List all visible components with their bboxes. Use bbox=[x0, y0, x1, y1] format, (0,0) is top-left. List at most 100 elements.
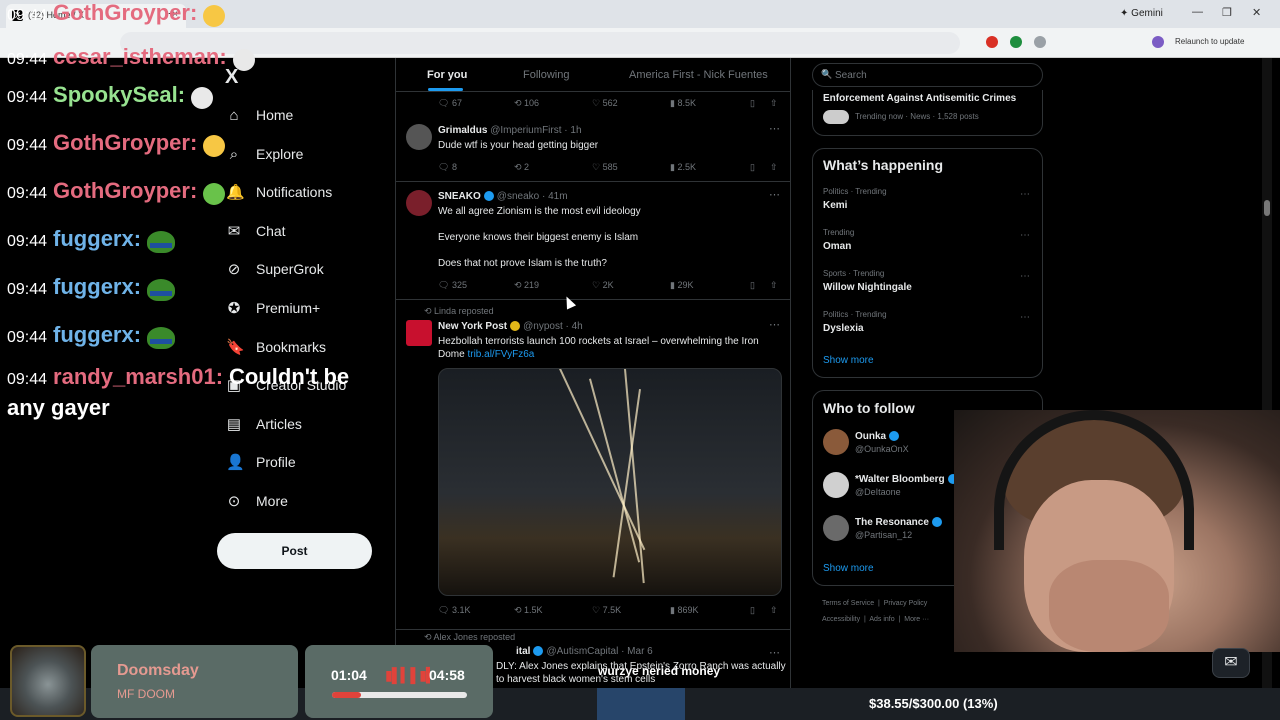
bookmark-icon[interactable]: ▯ bbox=[750, 280, 770, 291]
trend-name[interactable]: Oman bbox=[823, 241, 851, 252]
song-artist: MF DOOM bbox=[117, 687, 175, 701]
tweet-author[interactable]: ital @AutismCapital · Mar 6 bbox=[516, 646, 653, 657]
window-close-icon[interactable]: ✕ bbox=[1252, 6, 1261, 19]
avatar[interactable] bbox=[406, 124, 432, 150]
nav-item-supergrok[interactable]: ⊘ SuperGrok bbox=[226, 256, 324, 282]
tweet-author[interactable]: New York Post @nypost · 4h bbox=[438, 321, 583, 332]
avatar[interactable] bbox=[406, 190, 432, 216]
more-options-icon[interactable]: ⋯ bbox=[769, 122, 780, 135]
avatar[interactable] bbox=[823, 515, 849, 541]
tab-following[interactable]: Following bbox=[523, 69, 569, 81]
avatar[interactable] bbox=[823, 429, 849, 455]
views-count[interactable]: ▮ 869K bbox=[670, 605, 750, 616]
trend-title[interactable]: Enforcement Against Antisemitic Crimes bbox=[823, 93, 1016, 104]
tweet-link[interactable]: trib.al/FVyFz6a bbox=[467, 349, 534, 360]
tweet-text: Everyone knows their biggest enemy is Is… bbox=[438, 232, 639, 243]
trend-name[interactable]: Willow Nightingale bbox=[823, 282, 912, 293]
tweet-image[interactable] bbox=[438, 368, 782, 596]
chat-text: Couldn't be bbox=[229, 364, 350, 389]
nav-item-more[interactable]: ⊙ More bbox=[226, 488, 288, 514]
repost-button[interactable]: ⟲ 219 bbox=[514, 280, 592, 291]
chat-message: 09:44 cesar_istheman: bbox=[7, 44, 255, 71]
tweet[interactable]: SNEAKO @sneako · 41m ⋯ We all agree Zioni… bbox=[396, 182, 790, 300]
bookmark-icon[interactable]: ▯ bbox=[750, 98, 770, 109]
footer-link[interactable]: Ads info bbox=[869, 616, 894, 623]
reply-button[interactable]: 🗨 325 bbox=[438, 280, 514, 291]
reply-button[interactable]: 🗨 67 bbox=[438, 98, 514, 109]
extension-icon[interactable] bbox=[1034, 36, 1046, 48]
reply-button[interactable]: 🗨 3.1K bbox=[438, 605, 514, 616]
trend-name[interactable]: Dyslexia bbox=[823, 323, 864, 334]
messages-icon[interactable]: ✉ bbox=[1212, 648, 1250, 678]
views-count[interactable]: ▮ 29K bbox=[670, 280, 750, 291]
reply-button[interactable]: 🗨 8 bbox=[438, 162, 514, 173]
tab-list[interactable]: America First - Nick Fuentes bbox=[629, 69, 768, 81]
follow-suggestion-name[interactable]: Ounka bbox=[855, 431, 902, 442]
chat-time: 09:44 bbox=[7, 281, 48, 298]
avatar[interactable] bbox=[823, 472, 849, 498]
more-options-icon[interactable]: ⋯ bbox=[769, 646, 780, 659]
more-options-icon[interactable]: ⋯ bbox=[1020, 312, 1030, 323]
search-input[interactable]: 🔍 Search bbox=[812, 63, 1043, 87]
tab-for-you[interactable]: For you bbox=[427, 69, 467, 81]
nav-item-home[interactable]: ⌂ Home bbox=[226, 102, 293, 128]
like-button[interactable]: ♡ 2K bbox=[592, 280, 670, 291]
extension-icon[interactable] bbox=[986, 36, 998, 48]
repost-button[interactable]: ⟲ 106 bbox=[514, 98, 592, 109]
nav-item-label: Bookmarks bbox=[256, 339, 327, 355]
trending-panel[interactable]: Enforcement Against Antisemitic Crimes T… bbox=[812, 90, 1043, 136]
follow-suggestion-name[interactable]: *Walter Bloomberg bbox=[855, 474, 961, 485]
like-button[interactable]: ♡ 562 bbox=[592, 98, 670, 109]
more-options-icon[interactable]: ⋯ bbox=[1020, 230, 1030, 241]
gemini-button[interactable]: ✦ Gemini bbox=[1120, 8, 1163, 19]
share-icon[interactable]: ⇧ bbox=[770, 605, 778, 616]
nav-item-premium[interactable]: ✪ Premium+ bbox=[226, 295, 320, 321]
nav-item-profile[interactable]: 👤 Profile bbox=[226, 449, 296, 475]
nav-item-explore[interactable]: ⌕ Explore bbox=[226, 141, 304, 167]
share-icon[interactable]: ⇧ bbox=[770, 280, 778, 291]
extension-icon[interactable] bbox=[1010, 36, 1022, 48]
nav-item-articles[interactable]: ▤ Articles bbox=[226, 411, 302, 437]
chat-username: fuggerx: bbox=[53, 274, 142, 299]
views-count[interactable]: ▮ 2.5K bbox=[670, 162, 750, 173]
scrollbar-thumb[interactable] bbox=[1264, 200, 1270, 216]
nav-item-label: Profile bbox=[256, 454, 296, 470]
chat-time: 09:44 bbox=[7, 185, 48, 202]
like-button[interactable]: ♡ 585 bbox=[592, 162, 670, 173]
bookmark-icon[interactable]: ▯ bbox=[750, 162, 770, 173]
post-button[interactable]: Post bbox=[217, 533, 372, 569]
nav-item-chat[interactable]: ✉ Chat bbox=[226, 218, 286, 244]
profile-avatar-icon[interactable] bbox=[1152, 36, 1164, 48]
footer-link[interactable]: Terms of Service bbox=[822, 600, 874, 607]
tweet[interactable]: Grimaldus @ImperiumFirst · 1h ⋯ Dude wtf… bbox=[396, 116, 790, 182]
nav-item-notifications[interactable]: 🔔 Notifications bbox=[226, 179, 332, 205]
share-icon[interactable]: ⇧ bbox=[770, 162, 778, 173]
views-count[interactable]: ▮ 8.5K bbox=[670, 98, 750, 109]
like-button[interactable]: ♡ 7.5K bbox=[592, 605, 670, 616]
more-options-icon[interactable]: ⋯ bbox=[1020, 189, 1030, 200]
chat-message-wrap: any gayer bbox=[7, 395, 110, 420]
avatar[interactable] bbox=[406, 320, 432, 346]
nav-item-label: Articles bbox=[256, 416, 302, 432]
nav-item-label: Notifications bbox=[256, 184, 333, 200]
show-more-link[interactable]: Show more bbox=[823, 563, 874, 574]
more-options-icon[interactable]: ⋯ bbox=[1020, 271, 1030, 282]
tweet-author[interactable]: Grimaldus @ImperiumFirst · 1h bbox=[438, 125, 582, 136]
footer-link[interactable]: Privacy Policy bbox=[884, 600, 928, 607]
share-icon[interactable]: ⇧ bbox=[770, 98, 778, 109]
more-options-icon[interactable]: ⋯ bbox=[769, 318, 780, 331]
repost-button[interactable]: ⟲ 1.5K bbox=[514, 605, 592, 616]
trend-name[interactable]: Kemi bbox=[823, 200, 847, 211]
follow-suggestion-name[interactable]: The Resonance bbox=[855, 517, 945, 528]
footer-link[interactable]: More ··· bbox=[904, 616, 929, 623]
nav-item-bookmarks[interactable]: 🔖 Bookmarks bbox=[226, 334, 326, 360]
minimize-icon[interactable]: — bbox=[1192, 6, 1203, 18]
relaunch-button[interactable]: Relaunch to update bbox=[1175, 37, 1244, 46]
more-options-icon[interactable]: ⋯ bbox=[769, 188, 780, 201]
maximize-icon[interactable]: ❐ bbox=[1222, 6, 1232, 19]
bookmark-icon[interactable]: ▯ bbox=[750, 605, 770, 616]
tweet-author[interactable]: SNEAKO @sneako · 41m bbox=[438, 191, 568, 202]
footer-link[interactable]: Accessibility bbox=[822, 616, 860, 623]
repost-button[interactable]: ⟲ 2 bbox=[514, 162, 592, 173]
show-more-link[interactable]: Show more bbox=[823, 355, 874, 366]
